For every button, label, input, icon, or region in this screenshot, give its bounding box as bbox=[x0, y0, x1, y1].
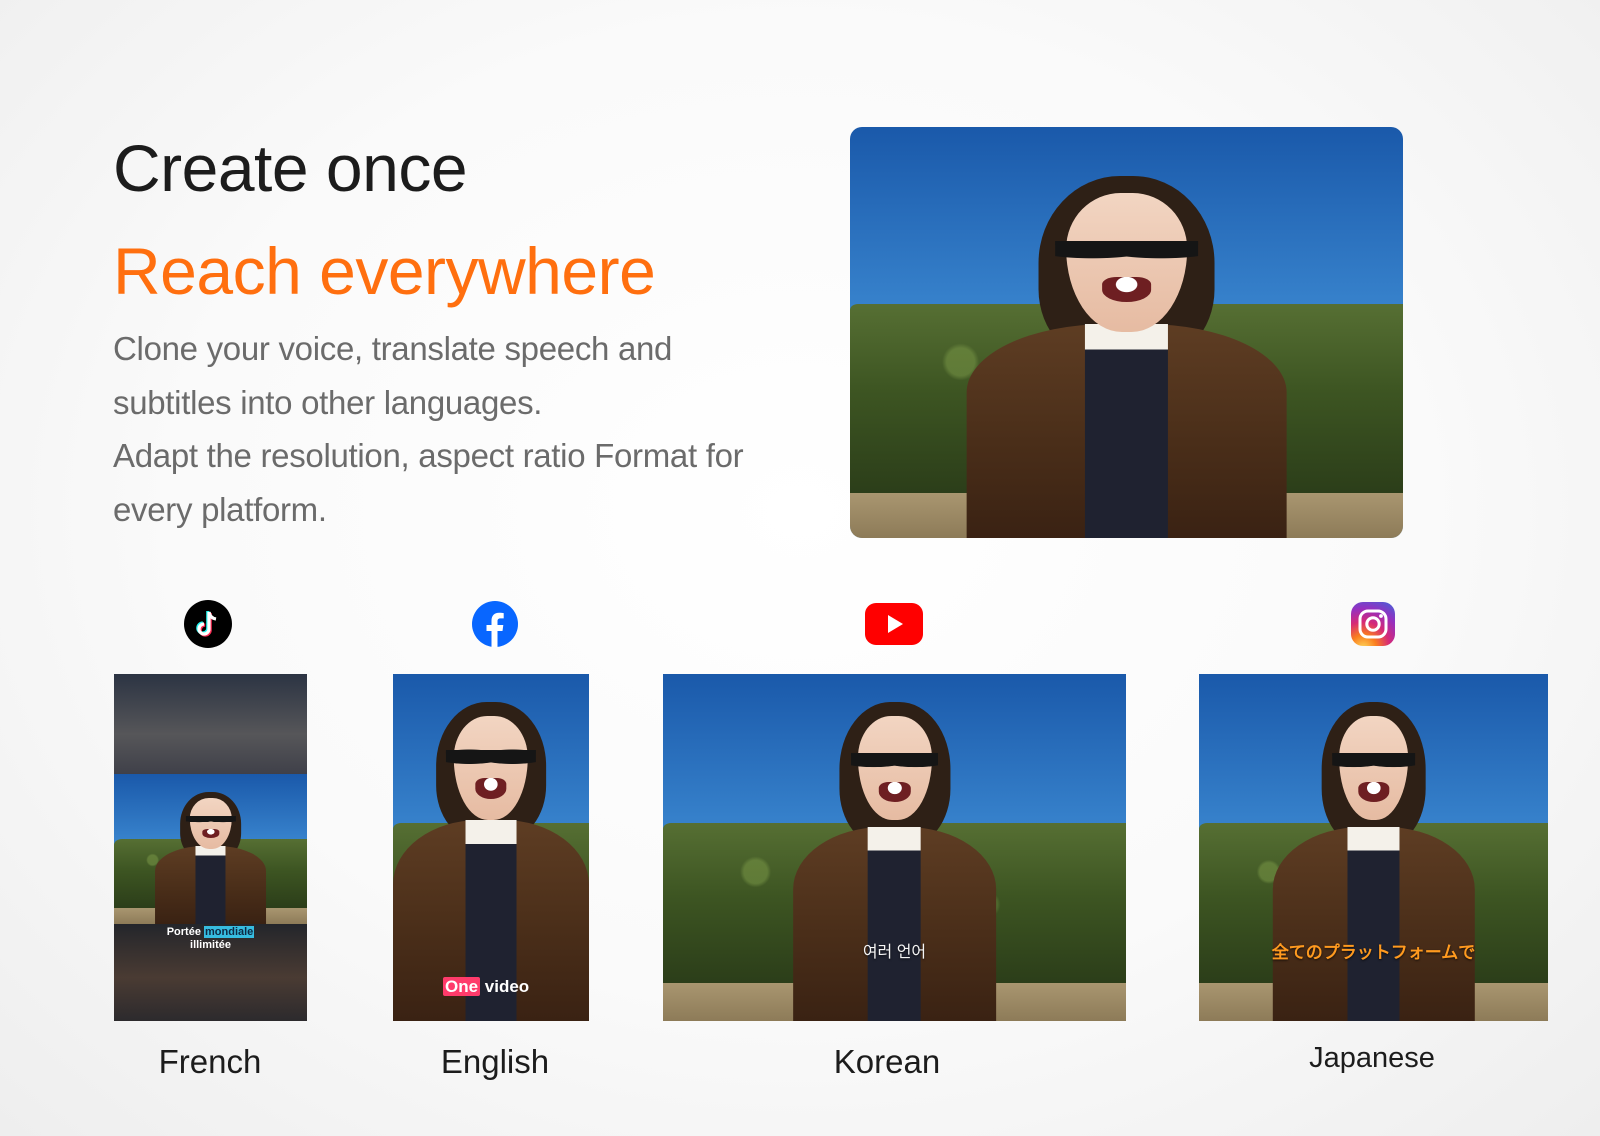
headline-create-once: Create once bbox=[113, 131, 468, 205]
video-preview-japanese: 全てのプラットフォームで bbox=[1199, 674, 1548, 1021]
video-preview-korean: 여러 언어 bbox=[663, 674, 1126, 1021]
video-preview-french: Portée mondiale illimitée bbox=[114, 674, 307, 1021]
subtitle-japanese: 全てのプラットフォームで bbox=[1271, 943, 1476, 963]
language-label-korean: Korean bbox=[833, 1043, 941, 1080]
video-preview-english: One video bbox=[393, 674, 589, 1021]
facebook-icon bbox=[471, 600, 519, 648]
language-label-english: English bbox=[440, 1043, 550, 1080]
hero-description: Clone your voice, translate speech and s… bbox=[113, 322, 753, 536]
language-label-japanese: Japanese bbox=[1309, 1042, 1435, 1074]
headline-reach-everywhere: Reach everywhere bbox=[113, 234, 656, 308]
hero-photo bbox=[850, 127, 1403, 538]
youtube-icon bbox=[865, 603, 923, 651]
subtitle-korean: 여러 언어 bbox=[862, 944, 927, 961]
tiktok-icon bbox=[184, 600, 232, 648]
subtitle-french: Portée mondiale illimitée bbox=[166, 926, 255, 951]
subtitle-english: One video bbox=[443, 977, 530, 996]
language-label-french: French bbox=[158, 1043, 262, 1080]
instagram-icon bbox=[1349, 600, 1397, 648]
description-line-2: Adapt the resolution, aspect ratio Forma… bbox=[113, 437, 744, 528]
description-line-1: Clone your voice, translate speech and s… bbox=[113, 330, 673, 421]
